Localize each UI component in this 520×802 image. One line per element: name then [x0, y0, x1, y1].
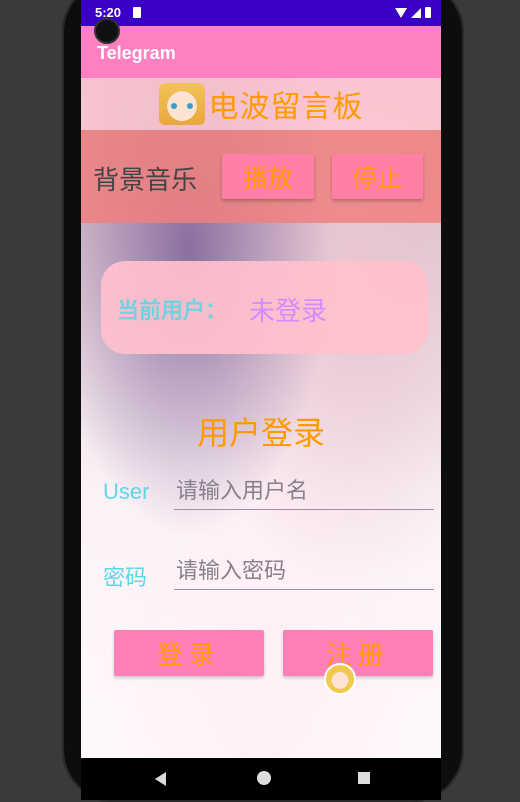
board-header: 电波留言板 [81, 78, 441, 130]
wifi-icon [395, 7, 407, 18]
app-bar: Telegram [81, 26, 441, 78]
navigation-bar [81, 758, 441, 800]
username-input[interactable] [174, 473, 434, 510]
anime-sticker-icon [324, 663, 356, 695]
main-content: 电波留言板 背景音乐 播放 停止 当前用户： 未登录 用户登录 User 密码 … [81, 78, 441, 758]
password-input[interactable] [174, 553, 434, 590]
password-label: 密码 [103, 566, 148, 591]
username-label: User [103, 479, 150, 504]
play-button[interactable]: 播放 [222, 154, 314, 199]
sim-card-icon [133, 7, 141, 18]
device-screen: 5:20 Telegram 电波留言板 背景音乐 播放 停止 当前用户： 未登录… [81, 0, 441, 800]
status-icons [395, 7, 431, 18]
stop-button[interactable]: 停止 [332, 154, 423, 199]
signal-icon [411, 7, 421, 18]
login-button[interactable]: 登录 [114, 630, 264, 676]
recents-icon[interactable] [358, 772, 370, 784]
music-label: 背景音乐 [93, 166, 198, 196]
music-controls: 背景音乐 播放 停止 [81, 130, 441, 223]
back-icon[interactable] [155, 772, 166, 786]
app-title: Telegram [97, 43, 176, 63]
login-title: 用户登录 [196, 414, 325, 452]
home-icon[interactable] [257, 771, 271, 785]
current-user-label: 当前用户： [117, 299, 228, 324]
current-user-value: 未登录 [249, 297, 328, 327]
battery-icon [425, 7, 431, 18]
board-title: 电波留言板 [208, 90, 364, 125]
anime-avatar-icon [158, 83, 205, 125]
current-user-card: 当前用户： 未登录 [101, 261, 428, 354]
status-bar: 5:20 [81, 0, 441, 26]
register-button[interactable]: 注册 [283, 630, 433, 676]
front-camera [94, 18, 120, 44]
